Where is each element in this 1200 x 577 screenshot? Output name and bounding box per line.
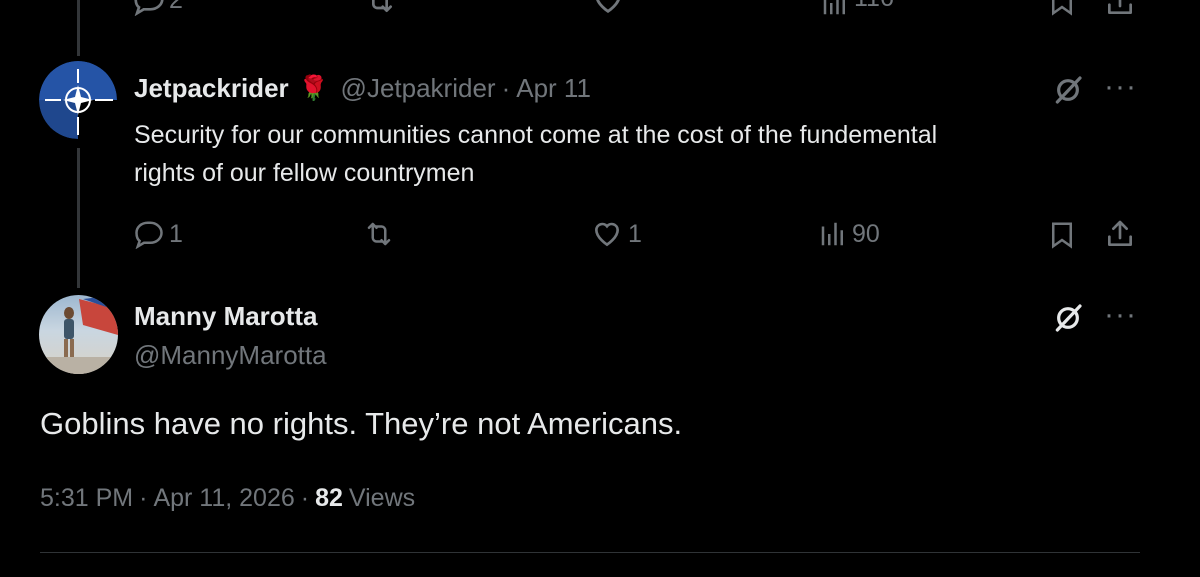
top-views-button[interactable]: 116 [820,0,894,18]
nato-star-icon [39,61,117,139]
reply-icon [134,0,164,16]
top-reply-count: 2 [169,0,183,15]
more-icon[interactable]: ··· [1104,72,1137,102]
like-button[interactable]: 1 [590,218,642,250]
top-share-button[interactable] [1104,0,1136,18]
separator: · [139,484,148,512]
post-date[interactable]: Apr 11 [516,73,591,104]
share-icon [1108,0,1132,14]
top-bookmark-button[interactable] [1047,0,1077,18]
like-icon [596,0,620,14]
grok-icon [1055,76,1082,104]
views-count: 90 [852,219,880,248]
thread-line-mid [77,148,80,288]
avatar[interactable] [39,295,118,374]
views-count[interactable]: 82 [315,484,343,513]
reply-count: 1 [169,219,183,248]
reply-icon [135,221,163,249]
handle[interactable]: @Jetpakrider [341,73,496,104]
retweet-icon [372,0,392,12]
main-tweet-text: Goblins have no rights. They’re not Amer… [40,406,683,441]
reply-text: Security for our communities cannot come… [134,116,937,192]
divider [40,552,1140,553]
reply-text-line1: Security for our communities cannot come… [134,121,938,149]
top-retweet-button[interactable] [362,0,398,16]
profile-photo [39,295,118,374]
separator: · [501,73,511,103]
top-reply-button[interactable]: 2 [133,0,183,16]
post-time[interactable]: 5:31 PM [40,484,133,513]
grok-button[interactable] [1052,74,1084,106]
grok-button[interactable] [1052,302,1084,334]
tweet-meta: 5:31 PM · Apr 11, 2026 · 82 Views [40,484,415,513]
separator: · [300,484,310,512]
thread-line-top [77,0,80,56]
retweet-button[interactable] [360,219,398,249]
post-date[interactable]: Apr 11, 2026 [153,484,294,513]
display-name[interactable]: Jetpackrider [134,73,289,104]
share-button[interactable] [1104,218,1136,250]
like-count: 1 [628,219,642,248]
views-icon [821,222,843,246]
retweet-icon [367,222,391,246]
reply-text-line2: rights of our fellow countrymen [134,159,475,187]
bookmark-button[interactable] [1047,219,1077,251]
top-views-count: 116 [854,0,894,13]
avatar[interactable] [39,61,117,139]
grok-icon [1055,304,1082,332]
main-display-name[interactable]: Manny Marotta [134,301,317,332]
views-icon [823,0,845,15]
share-icon [1108,220,1132,246]
like-icon [594,222,620,247]
more-icon[interactable]: ··· [1104,300,1137,330]
rose-emoji: 🌹 [298,75,329,102]
reply-header: Jetpackrider 🌹 @Jetpakrider · Apr 11 [134,73,591,104]
views-label[interactable]: Views [349,484,415,513]
views-button[interactable]: 90 [818,219,880,249]
bookmark-icon [1052,222,1072,249]
main-handle[interactable]: @MannyMarotta [134,340,327,371]
bookmark-icon [1052,0,1072,16]
top-like-button[interactable] [591,0,625,17]
reply-button[interactable]: 1 [133,219,183,249]
